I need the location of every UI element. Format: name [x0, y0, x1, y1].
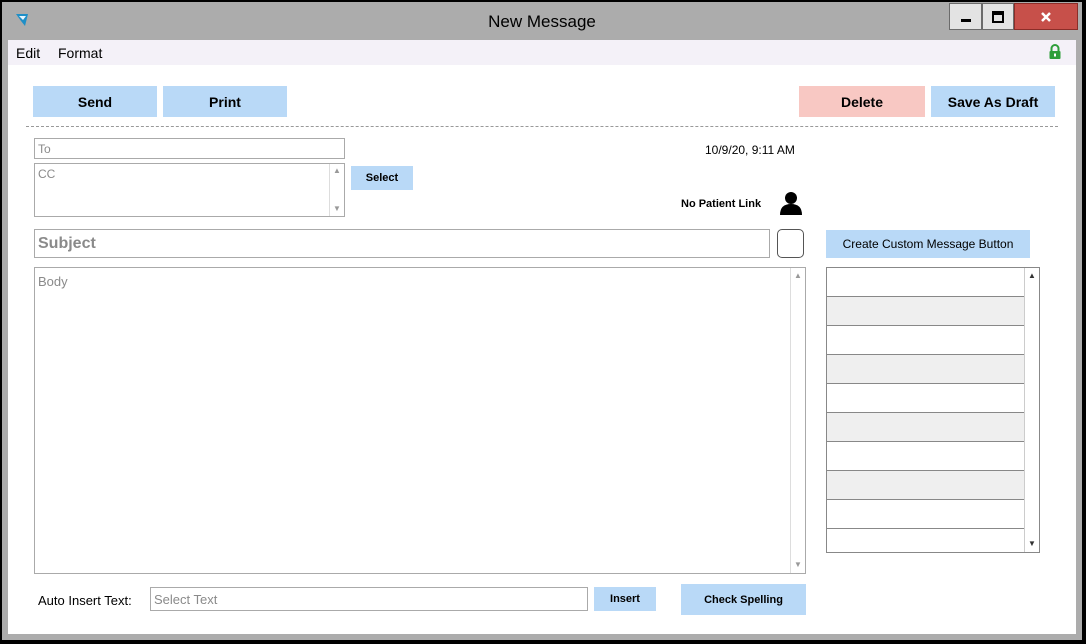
list-item[interactable]: [827, 297, 1025, 326]
scroll-up-icon[interactable]: ▲: [794, 272, 802, 280]
scroll-up-icon[interactable]: ▲: [333, 167, 341, 175]
menu-bar: Edit Format: [8, 40, 1076, 65]
maximize-icon: [992, 10, 1004, 23]
close-button[interactable]: [1014, 3, 1078, 30]
create-custom-message-button[interactable]: Create Custom Message Button: [826, 230, 1030, 258]
list-item[interactable]: [827, 413, 1025, 442]
select-button[interactable]: Select: [351, 166, 413, 190]
scroll-up-icon[interactable]: ▲: [1028, 272, 1036, 280]
list-item[interactable]: [827, 326, 1025, 355]
scroll-down-icon[interactable]: ▼: [794, 561, 802, 569]
title-bar: New Message: [2, 2, 1082, 40]
list-item[interactable]: [827, 500, 1025, 529]
auto-insert-label: Auto Insert Text:: [38, 593, 132, 608]
to-placeholder: To: [38, 142, 51, 156]
menu-format[interactable]: Format: [58, 45, 102, 61]
message-form: Edit Format Send Print Delete Save As Dr…: [8, 40, 1076, 634]
patient-link-label: No Patient Link: [681, 198, 762, 210]
cc-scrollbar[interactable]: ▲ ▼: [329, 164, 344, 216]
send-button[interactable]: Send: [33, 86, 157, 117]
save-as-draft-button[interactable]: Save As Draft: [931, 86, 1055, 117]
body-scrollbar[interactable]: ▲ ▼: [790, 268, 805, 573]
subject-checkbox[interactable]: [777, 229, 804, 258]
insert-button[interactable]: Insert: [594, 587, 656, 611]
divider: [26, 126, 1058, 127]
maximize-button[interactable]: [982, 3, 1014, 30]
list-item[interactable]: [827, 268, 1025, 297]
scroll-down-icon[interactable]: ▼: [1028, 540, 1036, 548]
list-item[interactable]: [827, 355, 1025, 384]
auto-insert-placeholder: Select Text: [154, 592, 218, 607]
body-field[interactable]: Body ▲ ▼: [34, 267, 806, 574]
menu-edit[interactable]: Edit: [16, 45, 40, 61]
print-button[interactable]: Print: [163, 86, 287, 117]
person-icon[interactable]: [780, 191, 802, 215]
scroll-down-icon[interactable]: ▼: [333, 205, 341, 213]
timestamp: 10/9/20, 9:11 AM: [705, 143, 795, 157]
list-item[interactable]: [827, 442, 1025, 471]
cc-placeholder: CC: [38, 167, 56, 181]
minimize-button[interactable]: [949, 3, 982, 30]
minimize-icon: [960, 18, 971, 22]
list-item[interactable]: [827, 384, 1025, 413]
auto-insert-field[interactable]: Select Text: [150, 587, 588, 611]
subject-placeholder: Subject: [38, 235, 96, 252]
custom-buttons-list[interactable]: ▲ ▼: [826, 267, 1040, 553]
list-scrollbar[interactable]: ▲ ▼: [1024, 268, 1039, 552]
window: New Message Edit Format Send Print Delet…: [2, 2, 1082, 640]
cc-field[interactable]: CC ▲ ▼: [34, 163, 345, 217]
subject-field[interactable]: Subject: [34, 229, 770, 258]
window-title: New Message: [488, 12, 596, 31]
lock-icon[interactable]: [1048, 44, 1062, 60]
delete-button[interactable]: Delete: [799, 86, 925, 117]
to-field[interactable]: To: [34, 138, 345, 159]
close-icon: [1041, 11, 1051, 22]
check-spelling-button[interactable]: Check Spelling: [681, 584, 806, 615]
body-placeholder: Body: [38, 274, 68, 289]
list-item[interactable]: [827, 471, 1025, 500]
